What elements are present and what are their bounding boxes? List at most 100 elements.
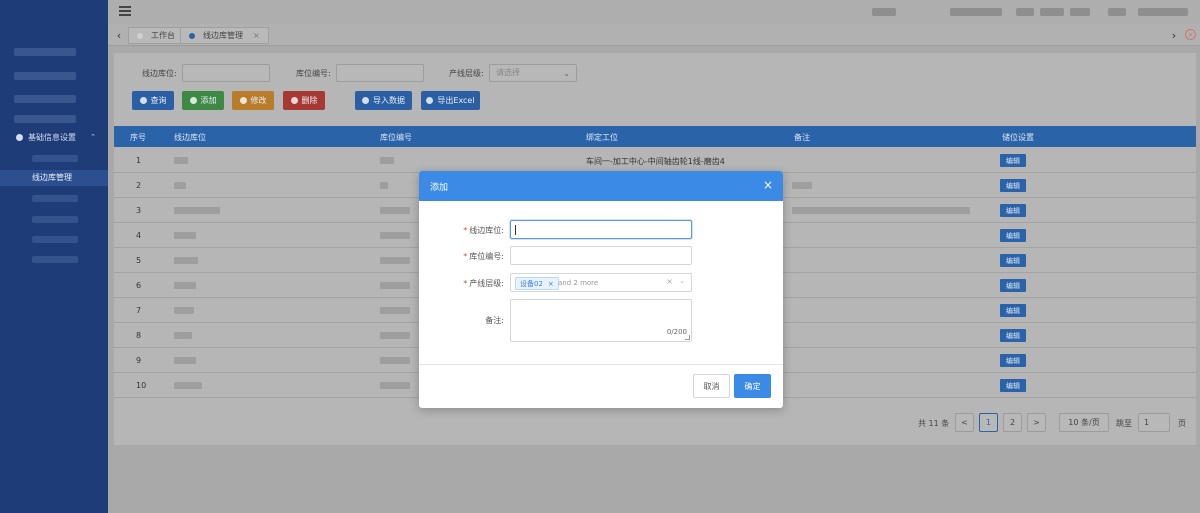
sidebar-item[interactable] [14,115,76,123]
location-cell [174,257,198,264]
page-2-button[interactable]: 2 [1003,413,1022,432]
edit-button[interactable]: 编辑 [1000,279,1026,292]
dialog-header: 添加 [419,171,783,201]
col-station: 绑定工位 [586,133,618,142]
col-code: 库位编号 [380,133,412,142]
edit-button[interactable]: 编辑 [1000,329,1026,342]
filter-code-label: 库位编号: [296,69,331,78]
clear-icon[interactable]: × [666,277,673,286]
add-label: 添加 [200,96,217,105]
sidebar-group-label: 基础信息设置 [28,132,76,142]
sidebar-item-line-warehouse[interactable]: 线边库管理 [0,170,108,186]
tab-bar: ‹ 工作台 线边库管理 × › × [108,24,1200,46]
char-counter: 0/200 [666,328,687,336]
tab-dot-icon [137,32,143,39]
code-label: * 库位编号: [463,252,504,261]
close-all-tabs-icon[interactable]: × [1185,29,1196,40]
filter-location-label: 线边库位: [142,69,177,78]
import-button[interactable]: 导入数据 [355,91,412,110]
user-info [950,8,1002,16]
location-cell [174,357,196,364]
cancel-button[interactable]: 取消 [693,374,730,398]
edit-button[interactable]: 编辑 [1000,179,1026,192]
remark-cell [792,207,970,214]
query-button[interactable]: 查询 [132,91,174,110]
sidebar-item[interactable] [14,48,76,56]
sidebar-subitem[interactable] [32,256,78,263]
location-cell [174,207,220,214]
page-size-select[interactable]: 10 条/页 [1059,413,1109,432]
edit-button[interactable]: 修改 [232,91,274,110]
header-icon[interactable] [1040,8,1064,16]
next-page-button[interactable]: > [1027,413,1046,432]
edit-button[interactable]: 编辑 [1000,354,1026,367]
page-1-button[interactable]: 1 [979,413,998,432]
remark-textarea[interactable]: 0/200 [510,299,692,342]
tab-line-warehouse[interactable]: 线边库管理 × [180,27,269,44]
sidebar-subitem[interactable] [32,195,78,202]
filter-code-input[interactable] [336,64,424,82]
filter-level-select[interactable]: 请选择 [489,64,577,82]
menu-toggle-icon[interactable] [119,6,131,16]
location-cell [174,232,196,239]
col-location: 线边库位 [174,133,206,142]
code-cell [380,307,410,314]
dialog-title: 添加 [430,182,449,193]
location-label-text: 线边库位: [469,226,504,235]
header-icon[interactable] [1108,8,1126,16]
close-icon[interactable]: × [763,179,773,191]
tab-label: 线边库管理 [203,31,243,40]
tag-remove-icon[interactable]: × [548,280,554,288]
sidebar-group-basic-settings[interactable]: 基础信息设置 ⌃ [0,129,108,145]
plus-icon [189,97,197,104]
tab-scroll-left-icon[interactable]: ‹ [110,24,128,46]
page-suffix: 页 [1178,419,1186,428]
row-index: 6 [136,281,142,290]
sidebar-subitem[interactable] [32,155,78,162]
edit-button[interactable]: 编辑 [1000,229,1026,242]
row-index: 3 [136,206,142,215]
chevron-down-icon[interactable]: ⌄ [679,277,685,285]
export-label: 导出Excel [437,96,475,105]
location-input[interactable] [510,220,692,239]
edit-button[interactable]: 编辑 [1000,379,1026,392]
edit-button[interactable]: 编辑 [1000,204,1026,217]
code-cell [380,157,394,164]
tab-dot-icon [189,32,195,39]
confirm-button[interactable]: 确定 [734,374,771,398]
export-button[interactable]: 导出Excel [421,91,480,110]
row-index: 10 [136,381,147,390]
sidebar: 基础信息设置 ⌃ 线边库管理 [0,0,108,513]
sidebar-item[interactable] [14,95,76,103]
tab-scroll-right-icon[interactable]: › [1165,24,1183,46]
prev-page-button[interactable]: < [955,413,974,432]
edit-button[interactable]: 编辑 [1000,154,1026,167]
tab-close-icon[interactable]: × [253,31,260,40]
header-icon[interactable] [1070,8,1090,16]
goto-input[interactable]: 1 [1138,413,1170,432]
header-icon[interactable] [1016,8,1034,16]
code-cell [380,207,410,214]
edit-button[interactable]: 编辑 [1000,254,1026,267]
selected-tag: 设备02 × [515,277,559,290]
delete-button[interactable]: 删除 [283,91,325,110]
sidebar-subitem[interactable] [32,216,78,223]
code-cell [380,382,410,389]
table-row[interactable]: 1 车间一-加工中心-中间轴齿轮1线-磨齿4 编辑 [114,148,1196,173]
resize-handle-icon[interactable] [685,335,690,340]
tab-workbench[interactable]: 工作台 [128,27,184,44]
import-label: 导入数据 [373,96,405,105]
row-index: 7 [136,306,142,315]
edit-button[interactable]: 编辑 [1000,304,1026,317]
filter-location-input[interactable] [182,64,270,82]
table-header: 序号 线边库位 库位编号 绑定工位 备注 储位设置 [114,126,1196,147]
excel-icon [426,97,434,104]
code-input[interactable] [510,246,692,265]
header-icon[interactable] [1138,8,1188,16]
cloud-upload-icon [362,97,369,104]
row-index: 8 [136,331,142,340]
add-button[interactable]: 添加 [182,91,224,110]
sidebar-subitem[interactable] [32,236,78,243]
sidebar-item[interactable] [14,72,76,80]
level-select[interactable]: 设备02 × and 2 more × ⌄ [510,273,692,292]
